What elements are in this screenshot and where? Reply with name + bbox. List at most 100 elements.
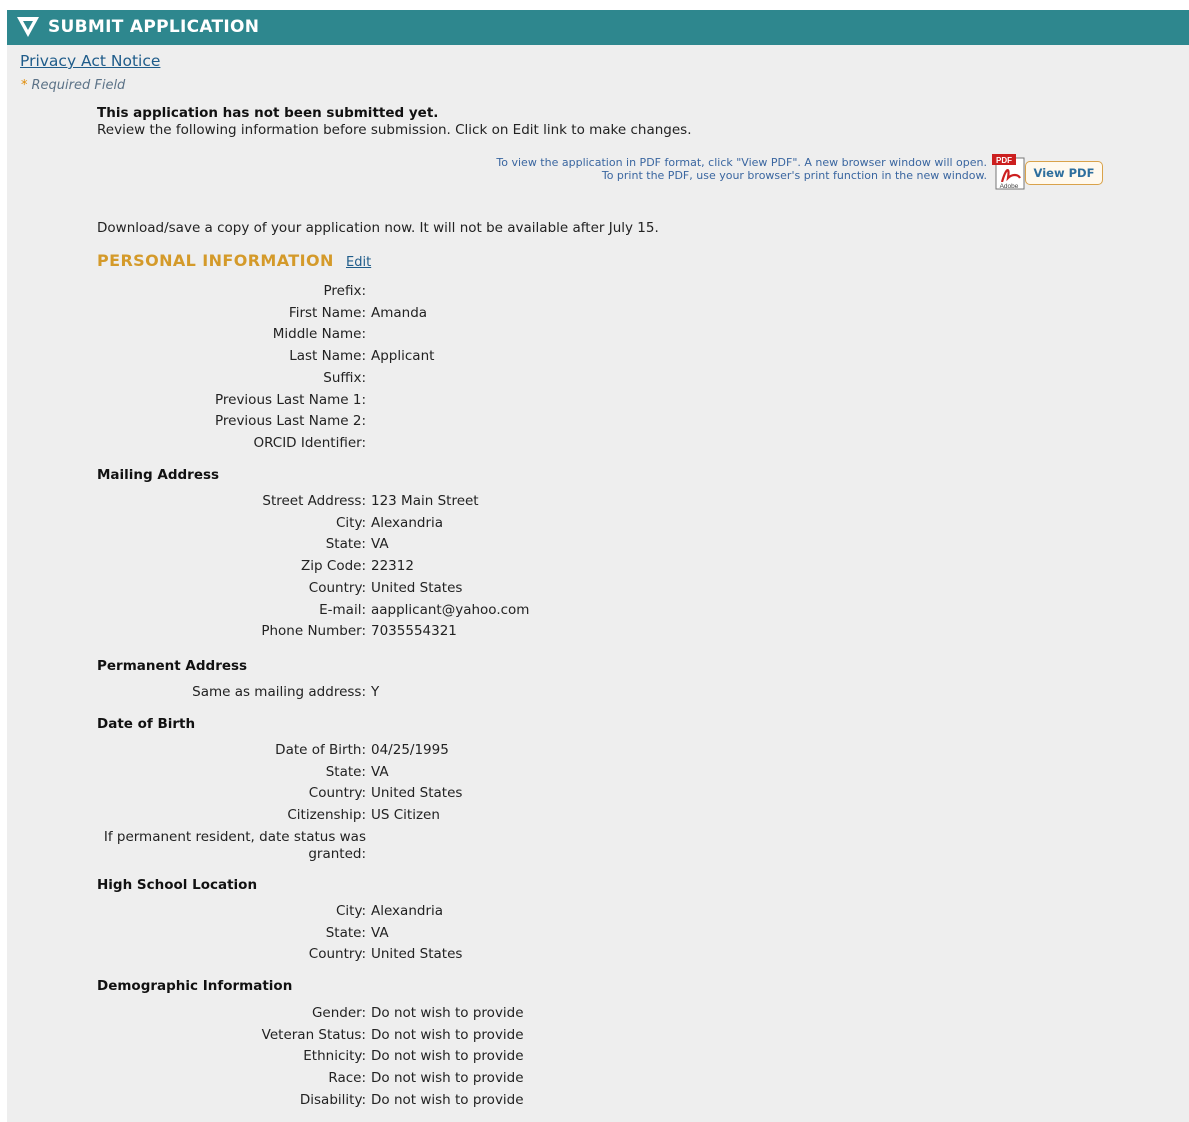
field-row: E-mail: aapplicant@yahoo.com: [7, 602, 1189, 622]
field-label: E-mail:: [319, 601, 366, 618]
field-label: State:: [325, 924, 366, 941]
field-label: ORCID Identifier:: [253, 434, 366, 451]
field-label: Phone Number:: [261, 623, 366, 640]
permanent-resident-value-row: [7, 846, 1189, 866]
field-value: 7035554321: [371, 623, 457, 640]
field-row: State: VA: [7, 536, 1189, 556]
field-row: Zip Code: 22312: [7, 558, 1189, 578]
field-label: Zip Code:: [301, 558, 366, 575]
field-value: 123 Main Street: [371, 493, 479, 509]
field-row: Veteran Status: Do not wish to provide: [7, 1027, 1189, 1047]
field-label: City:: [335, 903, 366, 919]
field-row: City: Alexandria: [7, 515, 1189, 535]
field-row: ORCID Identifier:: [7, 435, 1189, 455]
field-label: Street Address:: [262, 493, 366, 509]
field-row: Race: Do not wish to provide: [7, 1070, 1189, 1090]
field-value: Do not wish to provide: [371, 1005, 524, 1021]
field-label: Country:: [308, 579, 366, 596]
download-reminder: Download/save a copy of your application…: [97, 220, 659, 236]
field-row: State: VA: [7, 764, 1189, 784]
field-label: Previous Last Name 2:: [214, 413, 366, 430]
privacy-act-notice-link[interactable]: Privacy Act Notice: [20, 52, 160, 70]
field-row: Country: United States: [7, 580, 1189, 600]
field-label: Prefix:: [323, 283, 366, 299]
demographic-heading: Demographic Information: [97, 978, 293, 994]
field-row: Street Address: 123 Main Street: [7, 493, 1189, 513]
application-panel: SUBMIT APPLICATION Privacy Act Notice * R…: [7, 10, 1189, 1122]
field-row: Suffix:: [7, 370, 1189, 390]
field-label: Country:: [308, 785, 366, 802]
page-title: SUBMIT APPLICATION: [48, 17, 260, 37]
field-label: Middle Name:: [272, 326, 366, 343]
field-value: 04/25/1995: [371, 742, 449, 758]
header-bar: SUBMIT APPLICATION: [7, 10, 1189, 45]
personal-information-title: PERSONAL INFORMATION: [97, 251, 334, 270]
field-row: Citizenship: US Citizen: [7, 807, 1189, 827]
field-value: 22312: [371, 558, 414, 575]
field-value: United States: [371, 946, 463, 963]
required-field-note: * Required Field: [21, 78, 125, 93]
field-row: Middle Name:: [7, 326, 1189, 346]
field-value: Y: [371, 684, 380, 700]
field-row: Date of Birth: 04/25/1995: [7, 742, 1189, 762]
field-label: First Name:: [288, 304, 366, 321]
field-value: VA: [371, 924, 389, 941]
field-label: State:: [325, 536, 366, 553]
field-value: United States: [371, 579, 463, 596]
field-value: VA: [371, 763, 389, 780]
field-row: Gender: Do not wish to provide: [7, 1005, 1189, 1025]
field-row: First Name: Amanda: [7, 305, 1189, 325]
field-label: Veteran Status:: [261, 1026, 366, 1043]
field-label: Race:: [328, 1070, 366, 1087]
field-value: US Citizen: [371, 807, 440, 824]
field-row: Disability: Do not wish to provide: [7, 1092, 1189, 1112]
permanent-address-heading: Permanent Address: [97, 658, 248, 674]
required-asterisk: *: [21, 78, 28, 93]
field-value: Do not wish to provide: [371, 1026, 524, 1043]
field-label: Suffix:: [323, 369, 366, 386]
field-value: aapplicant@yahoo.com: [371, 601, 530, 618]
field-row: Previous Last Name 2:: [7, 413, 1189, 433]
field-label: City:: [335, 514, 366, 531]
pdf-icon-text: PDF: [996, 156, 1012, 165]
field-label: Ethnicity:: [303, 1048, 366, 1065]
field-value: Do not wish to provide: [371, 1091, 524, 1108]
field-row: Phone Number: 7035554321: [7, 623, 1189, 643]
field-value: Do not wish to provide: [371, 1070, 524, 1087]
field-label: Citizenship:: [287, 807, 366, 824]
edit-link[interactable]: Edit: [346, 255, 371, 270]
required-field-label: Required Field: [31, 78, 126, 93]
field-label: Gender:: [311, 1005, 366, 1021]
field-row: City: Alexandria: [7, 903, 1189, 923]
field-row: State: VA: [7, 925, 1189, 945]
field-label: Same as mailing address:: [192, 684, 366, 700]
date-of-birth-heading: Date of Birth: [97, 716, 196, 732]
field-value: VA: [371, 536, 389, 553]
field-value: United States: [371, 785, 463, 802]
high-school-heading: High School Location: [97, 877, 258, 893]
pdf-instructions: To view the application in PDF format, c…: [427, 156, 987, 182]
review-instructions: Review the following information before …: [97, 122, 692, 138]
field-label: Disability:: [299, 1091, 366, 1108]
field-row: Same as mailing address: Y: [7, 684, 1189, 704]
field-row: Country: United States: [7, 946, 1189, 966]
collapse-triangle-icon[interactable]: [14, 14, 42, 44]
field-row: Country: United States: [7, 785, 1189, 805]
pdf-instructions-line2: To print the PDF, use your browser's pri…: [601, 169, 987, 182]
field-label: Previous Last Name 1:: [214, 391, 366, 408]
field-row: Ethnicity: Do not wish to provide: [7, 1048, 1189, 1068]
field-label: Date of Birth:: [275, 742, 366, 758]
view-pdf-button[interactable]: View PDF: [1025, 161, 1103, 185]
field-label: Country:: [308, 946, 366, 963]
field-value: Amanda: [371, 304, 428, 321]
field-label: Last Name:: [289, 348, 366, 365]
not-submitted-notice: This application has not been submitted …: [97, 105, 439, 121]
field-label: State:: [325, 763, 366, 780]
mailing-address-heading: Mailing Address: [97, 467, 220, 483]
field-row: Previous Last Name 1:: [7, 392, 1189, 412]
adobe-label: Adobe: [1000, 183, 1019, 190]
field-row: Prefix:: [7, 283, 1189, 303]
field-value: Alexandria: [371, 514, 444, 531]
field-value: Applicant: [371, 348, 435, 365]
field-value: Do not wish to provide: [371, 1048, 524, 1065]
